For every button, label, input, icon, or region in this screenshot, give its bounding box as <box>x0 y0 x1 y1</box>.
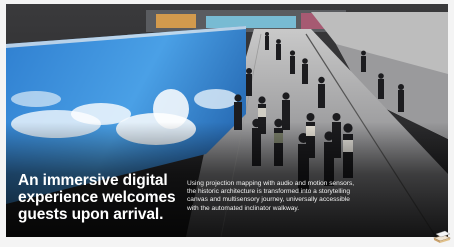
cloud <box>153 89 189 129</box>
cloud <box>194 89 238 109</box>
book-stack-icon <box>433 230 451 243</box>
far-light-amber <box>156 14 196 28</box>
shirt-light <box>258 108 266 117</box>
description-text: Using projection mapping with audio and … <box>187 180 355 212</box>
shirt-light <box>343 140 353 152</box>
jacket-olive <box>274 133 283 143</box>
slide-frame: An immersive digital experience welcomes… <box>0 0 454 247</box>
headline: An immersive digital experience welcomes… <box>18 172 176 223</box>
cloud <box>11 91 61 107</box>
far-screen <box>206 16 296 28</box>
shirt-light <box>306 126 315 136</box>
